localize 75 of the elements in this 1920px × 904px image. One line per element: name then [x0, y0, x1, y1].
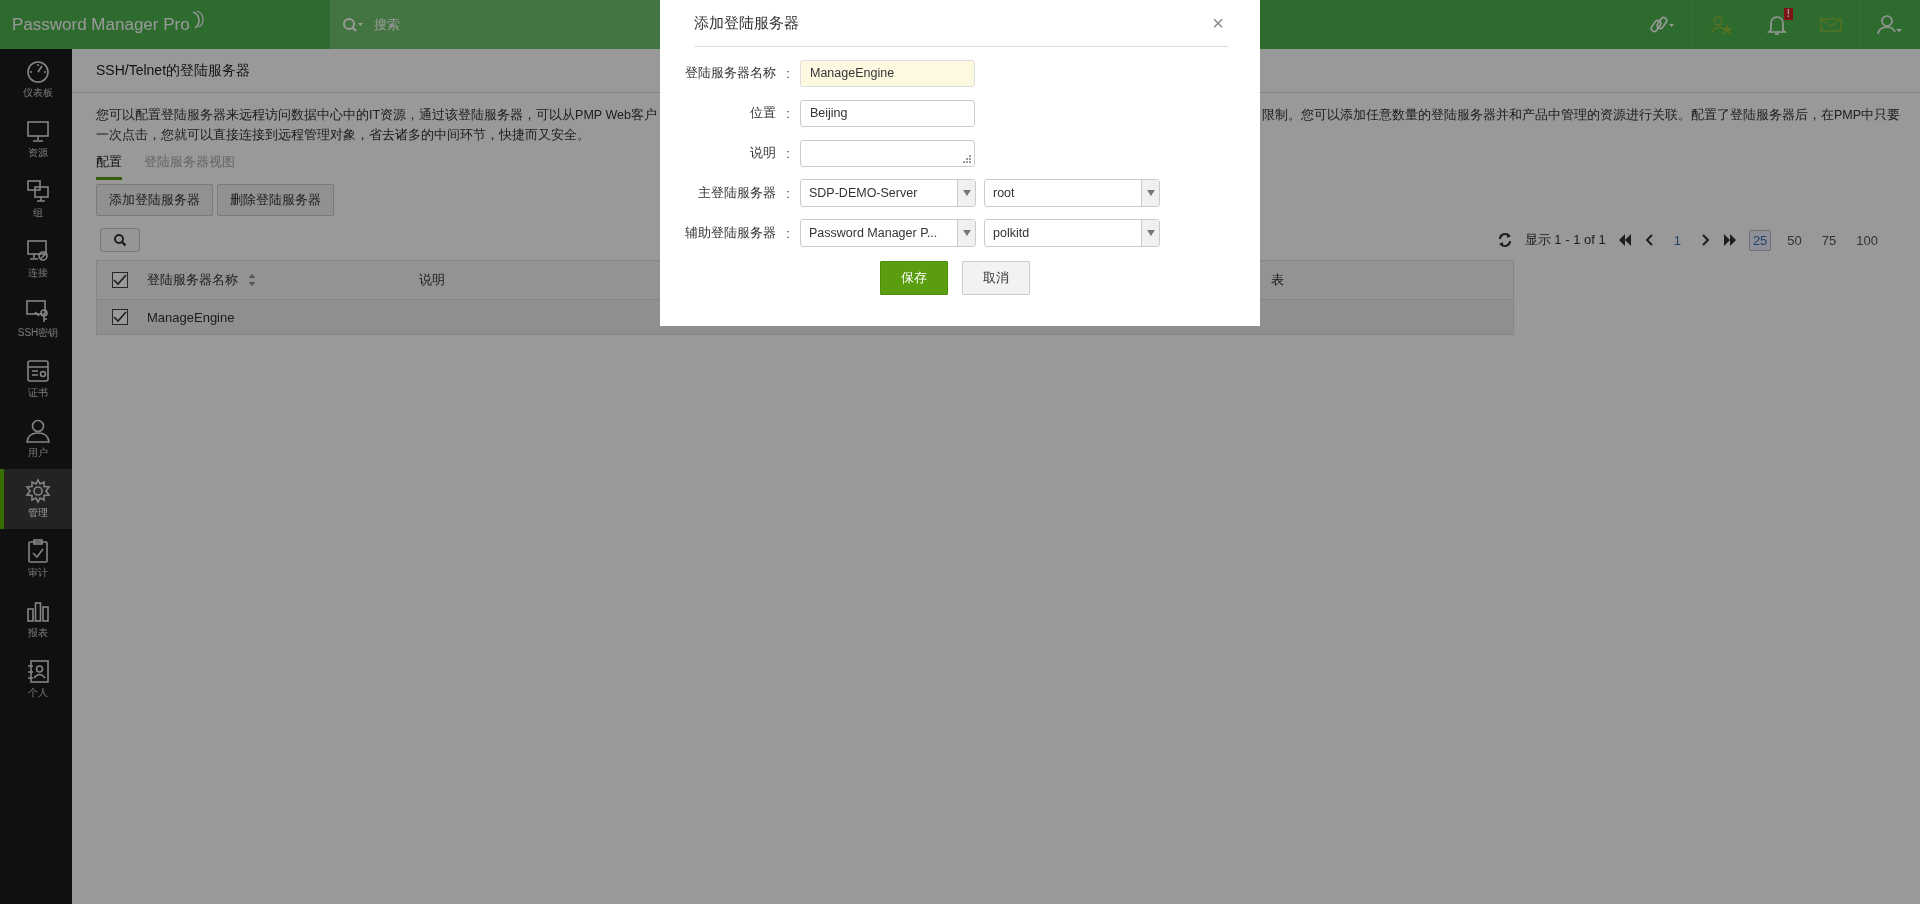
settings-icon	[24, 478, 52, 504]
sidebar-item[interactable]: 审计	[0, 529, 72, 589]
action-button[interactable]: 删除登陆服务器	[217, 184, 334, 216]
sidebar-item[interactable]: 组	[0, 169, 72, 229]
search-bar[interactable]: 搜索	[330, 0, 660, 49]
first-page-icon[interactable]	[1617, 234, 1632, 246]
sort-icon[interactable]	[248, 273, 256, 287]
certificate-icon	[24, 358, 52, 384]
field-label: 主登陆服务器	[697, 184, 776, 202]
field-separator: :	[785, 105, 791, 121]
tab[interactable]: 配置	[96, 153, 122, 180]
field-label: 辅助登陆服务器	[684, 224, 776, 242]
field-separator: :	[785, 185, 791, 201]
caret-icon	[962, 190, 971, 196]
sidebar-item[interactable]: 报表	[0, 589, 72, 649]
search-icon	[342, 16, 364, 33]
field-label: 位置	[749, 104, 776, 122]
input-field[interactable]: ManageEngine	[800, 59, 975, 87]
input-field[interactable]: Beijing	[800, 99, 975, 127]
notification-badge: !	[1783, 8, 1793, 20]
pager-summary: 显示 1 - 1 of 1	[1524, 231, 1606, 249]
field-separator: :	[785, 65, 791, 81]
page-size-option[interactable]: 75	[1817, 229, 1841, 251]
sidebar-item[interactable]: 用户	[0, 409, 72, 469]
sidebar-item[interactable]: 个人	[0, 649, 72, 709]
column-header[interactable]: 说明	[419, 271, 445, 289]
page-size-option[interactable]: 25	[1748, 229, 1772, 251]
sidebar-item[interactable]: 仪表板	[0, 49, 72, 109]
search-button[interactable]	[100, 228, 140, 252]
field-separator: :	[785, 145, 791, 161]
dropdown[interactable]: SDP-DEMO-Server	[800, 179, 976, 207]
sidebar-item[interactable]: 资源	[0, 109, 72, 169]
description-text: 您可以配置登陆服务器来远程访问数据中心中的IT资源，通过该登陆服务器，可以从PMP Web客户	[96, 107, 658, 124]
sidebar-item[interactable]: 证书	[0, 349, 72, 409]
save-button[interactable]: 保存	[880, 261, 948, 295]
logo-arc-icon	[190, 9, 205, 30]
dropdown[interactable]: Password Manager P...	[800, 219, 976, 247]
checkbox[interactable]	[112, 272, 128, 288]
monitor-icon	[24, 118, 52, 144]
next-page-icon[interactable]	[1700, 234, 1711, 246]
previous-page-icon[interactable]	[1643, 234, 1654, 246]
cancel-button[interactable]: 取消	[962, 261, 1030, 295]
field-label: 登陆服务器名称	[684, 64, 776, 82]
column-header[interactable]: 登陆服务器名称	[147, 271, 256, 289]
search-field[interactable]: 搜索	[374, 9, 660, 40]
description-text: 一次点击，您就可以直接连接到远程管理对象，省去诸多的中间环节，快捷而又安全。	[96, 128, 590, 142]
close-button[interactable]: ×	[1208, 11, 1228, 35]
action-button[interactable]: 添加登陆服务器	[96, 184, 213, 216]
caret-icon	[1146, 230, 1155, 236]
page-number[interactable]: 1	[1665, 232, 1689, 248]
logo-text: Password Manager Pro	[12, 14, 190, 35]
dropdown[interactable]: polkitd	[984, 219, 1160, 247]
refresh-icon[interactable]	[1496, 232, 1513, 248]
monitors-icon	[24, 178, 52, 204]
column-header[interactable]: 表	[1271, 271, 1284, 289]
resize-grip-icon[interactable]	[963, 154, 971, 163]
page-size-option[interactable]: 50	[1783, 229, 1806, 251]
gauge-icon	[24, 58, 52, 84]
sidebar-item[interactable]: 连接	[0, 229, 72, 289]
caret-icon	[962, 230, 971, 236]
user-icon	[24, 418, 52, 444]
search-icon	[113, 233, 127, 247]
field-label: 说明	[749, 144, 776, 162]
checkbox[interactable]	[112, 309, 128, 325]
caret-icon	[1146, 190, 1155, 196]
last-page-icon[interactable]	[1722, 234, 1737, 246]
table-cell: ManageEngine	[147, 309, 235, 325]
page-title: SSH/Telnet的登陆服务器	[96, 61, 251, 80]
description-text: 限制。您可以添加任意数量的登陆服务器并和产品中管理的资源进行关联。配置了登陆服务器后，在PMP中只要	[1262, 107, 1901, 124]
field-separator: :	[785, 225, 791, 241]
page-size-option[interactable]: 100	[1852, 229, 1882, 251]
sidebar-item[interactable]: 管理	[0, 469, 72, 529]
dialog-title: 添加登陆服务器	[694, 13, 799, 33]
dropdown[interactable]: root	[984, 179, 1160, 207]
sidebar-item[interactable]: SSH密钥	[0, 289, 72, 349]
